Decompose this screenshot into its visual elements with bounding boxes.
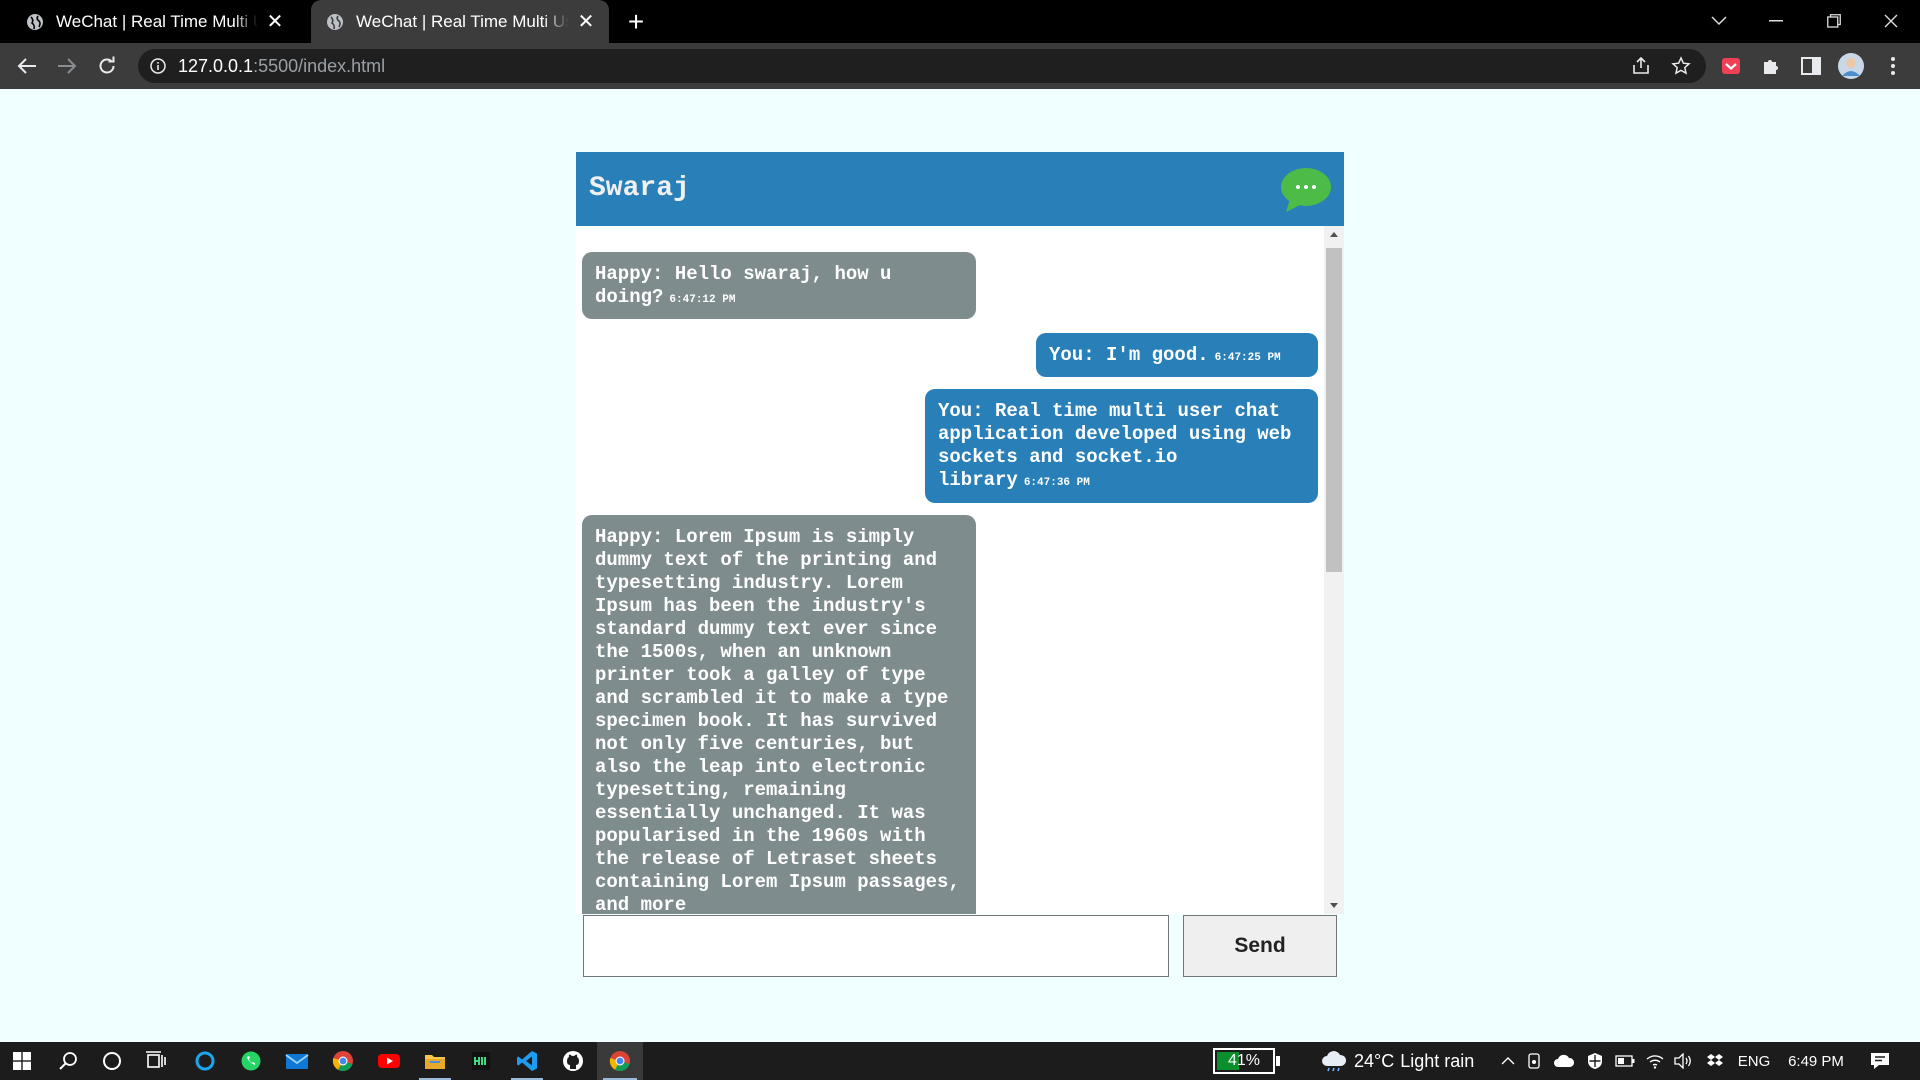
language-indicator[interactable]: ENG (1736, 1042, 1772, 1080)
tab-close-icon[interactable]: ✕ (264, 11, 286, 33)
message-text: Happy: Lorem Ipsum is simply dummy text … (595, 526, 960, 914)
profile-avatar-icon[interactable] (1836, 51, 1866, 81)
tab-title: WeChat | Real Time Multi User Chat (356, 11, 569, 31)
message-outgoing: You: Real time multi user chat applicati… (925, 389, 1318, 503)
globe-icon (327, 13, 343, 30)
back-arrow-icon[interactable] (12, 51, 42, 81)
minimize-icon[interactable] (1756, 6, 1796, 36)
info-icon[interactable] (150, 58, 166, 74)
browser-menu-icon[interactable] (1878, 51, 1908, 81)
message-input[interactable] (583, 915, 1169, 977)
weather-desc: Light rain (1400, 1050, 1475, 1071)
message-scrollbar[interactable] (1324, 226, 1344, 914)
search-icon[interactable] (46, 1042, 90, 1080)
restore-icon[interactable] (1814, 6, 1854, 36)
message-incoming: Happy: Hello swaraj, how u doing? 6:47:12… (582, 252, 976, 319)
youtube-icon[interactable] (367, 1042, 411, 1080)
cloud-rain-icon (1322, 1051, 1347, 1072)
close-window-icon[interactable] (1871, 6, 1911, 36)
url-text: 127.0.0.1:5500/index.html (178, 49, 385, 83)
weather-temp: 24°C (1354, 1050, 1395, 1071)
browser-toolbar: 127.0.0.1:5500/index.html (0, 43, 1920, 89)
battery-percent: 41% (1227, 1052, 1261, 1069)
scroll-down-arrow-icon[interactable] (1324, 898, 1344, 914)
pocket-extension-icon[interactable] (1716, 51, 1746, 81)
onedrive-cloud-icon[interactable] (1550, 1042, 1578, 1080)
message-time: 6:47:12 PM (669, 294, 736, 306)
browser-tab-bar: WeChat | Real Time Multi User Chat ✕ WeC… (0, 0, 1920, 43)
tab-close-icon[interactable]: ✕ (575, 11, 597, 33)
side-panel-icon[interactable] (1796, 51, 1826, 81)
github-icon[interactable] (551, 1042, 595, 1080)
cortana-ring-icon[interactable] (183, 1042, 227, 1080)
message-text: You: Real time multi user chat applicati… (938, 400, 1292, 491)
cortana-icon[interactable] (90, 1042, 134, 1080)
url-host: 127.0.0.1 (178, 56, 254, 76)
windows-taskbar: 41% 24°C Light rain ENG 6:49 PM (0, 1042, 1920, 1080)
meet-now-icon[interactable] (1522, 1042, 1548, 1080)
task-view-icon[interactable] (134, 1042, 178, 1080)
chrome-running-icon[interactable] (597, 1042, 643, 1080)
bookmark-star-icon[interactable] (1666, 51, 1696, 81)
share-icon[interactable] (1626, 51, 1656, 81)
battery-widget[interactable]: 41% (1213, 1048, 1280, 1074)
notifications-icon[interactable] (1864, 1042, 1896, 1080)
message-outgoing: You: I'm good. 6:47:25 PM (1036, 333, 1318, 377)
address-bar[interactable]: 127.0.0.1:5500/index.html (138, 49, 1706, 83)
security-shield-icon[interactable] (1582, 1042, 1608, 1080)
extensions-puzzle-icon[interactable] (1756, 51, 1786, 81)
battery-nub (1276, 1056, 1280, 1066)
vscode-icon[interactable] (505, 1042, 549, 1080)
volume-icon[interactable] (1670, 1042, 1696, 1080)
chrome-icon[interactable] (321, 1042, 365, 1080)
message-incoming: Happy: Lorem Ipsum is simply dummy text … (582, 515, 976, 914)
send-button[interactable]: Send (1183, 915, 1337, 977)
chat-bubble-icon (1281, 168, 1331, 212)
weather-widget[interactable]: 24°C Light rain (1320, 1042, 1474, 1080)
chevron-up-icon[interactable] (1496, 1042, 1520, 1080)
tab-search-chevron-icon[interactable] (1699, 6, 1739, 36)
globe-icon (27, 13, 43, 30)
message-time: 6:47:36 PM (1023, 477, 1090, 489)
scroll-up-arrow-icon[interactable] (1324, 226, 1344, 242)
battery-tray-icon[interactable] (1612, 1042, 1638, 1080)
whatsapp-icon[interactable] (229, 1042, 273, 1080)
file-explorer-icon[interactable] (413, 1042, 457, 1080)
browser-tab-1[interactable]: WeChat | Real Time Multi User Chat ✕ (0, 0, 298, 43)
chat-header: Swaraj (576, 152, 1344, 226)
terminal-app-icon[interactable] (459, 1042, 503, 1080)
url-path: :5500/index.html (253, 56, 386, 76)
chat-title: Swaraj (589, 173, 690, 204)
taskbar-clock[interactable]: 6:49 PM (1784, 1042, 1848, 1080)
message-text: Happy: Hello swaraj, how u doing? (595, 263, 892, 308)
reload-icon[interactable] (92, 51, 122, 81)
windows-start-icon[interactable] (0, 1042, 44, 1080)
message-time: 6:47:25 PM (1214, 352, 1281, 364)
tab-title: WeChat | Real Time Multi User Chat (56, 11, 258, 31)
scrollbar-thumb[interactable] (1326, 248, 1342, 572)
browser-tab-2[interactable]: WeChat | Real Time Multi User Chat ✕ (311, 0, 609, 43)
forward-arrow-icon[interactable] (52, 51, 82, 81)
message-list[interactable]: Happy: Hello swaraj, how u doing? 6:47:12… (576, 226, 1344, 914)
message-text: You: I'm good. (1049, 344, 1209, 366)
dropbox-icon[interactable] (1702, 1042, 1728, 1080)
new-tab-plus-icon[interactable]: + (622, 6, 650, 37)
mail-icon[interactable] (275, 1042, 319, 1080)
wifi-icon[interactable] (1642, 1042, 1668, 1080)
